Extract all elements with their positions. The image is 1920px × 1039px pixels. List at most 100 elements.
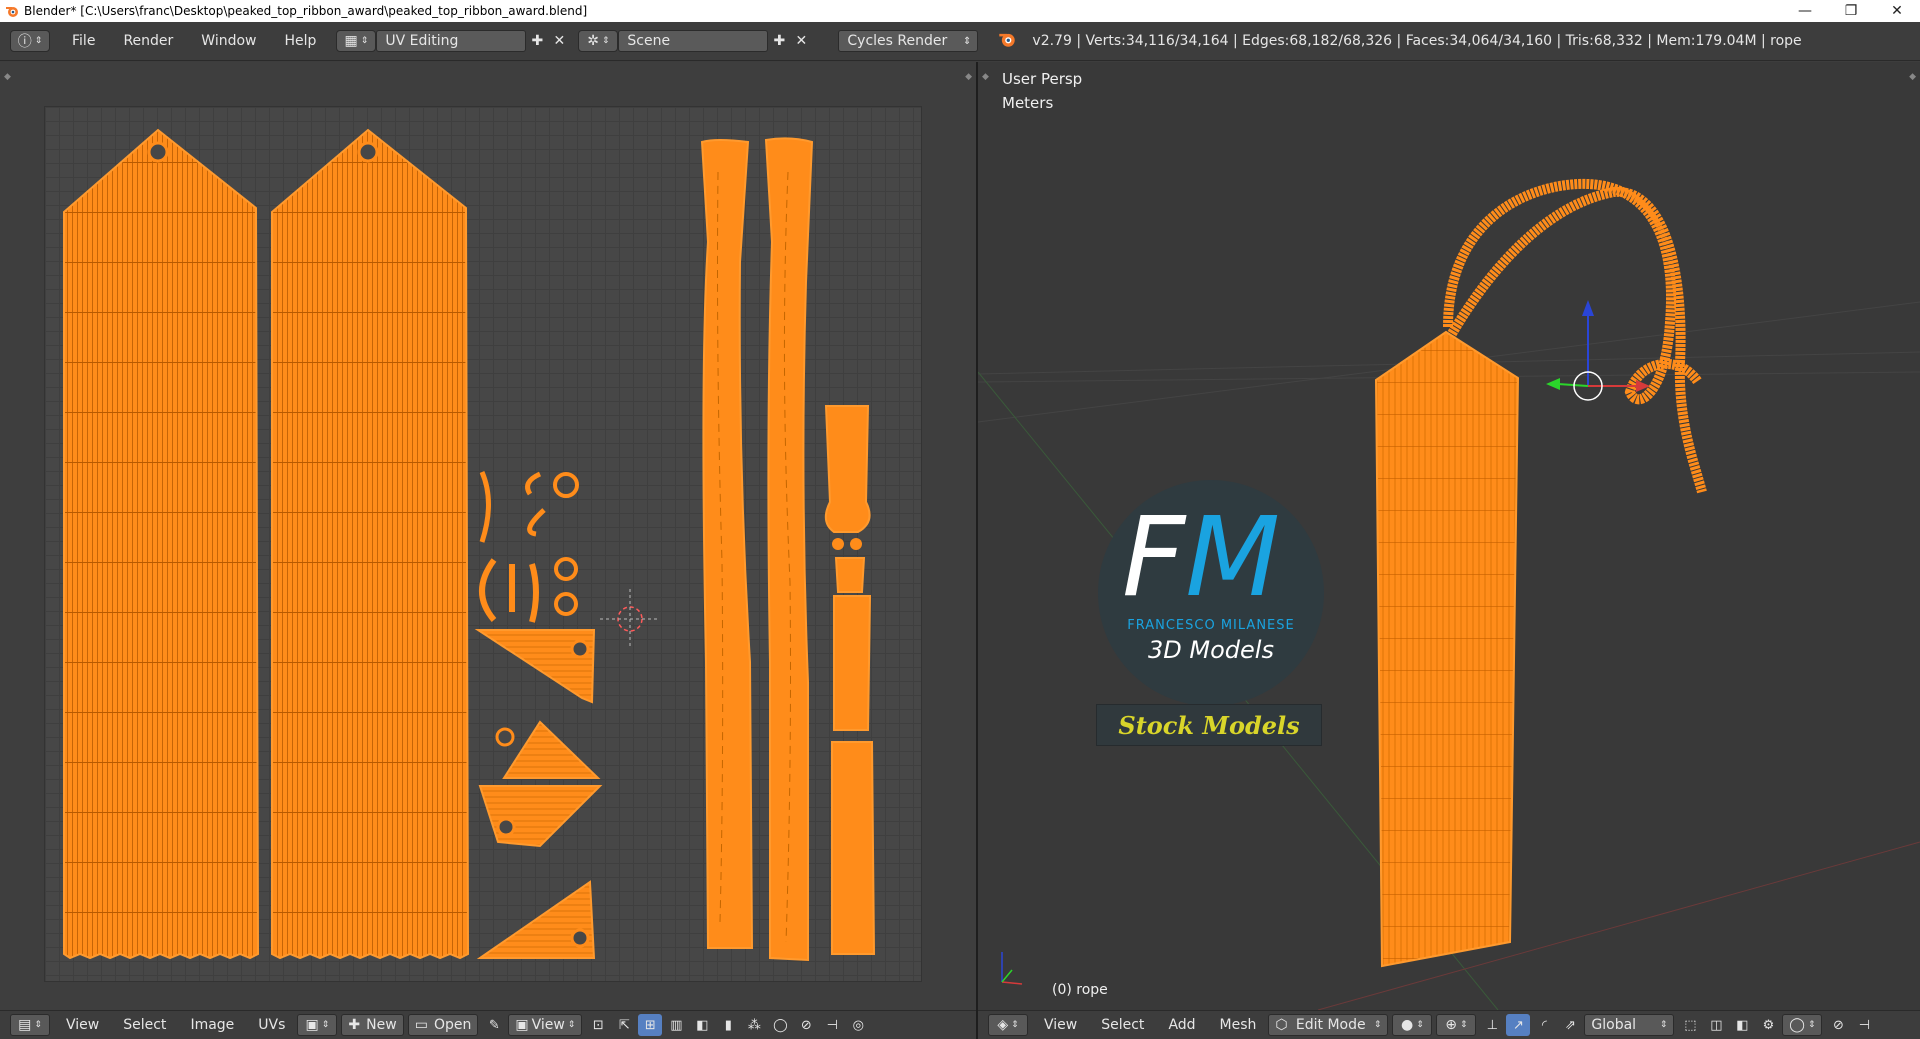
snap-icon[interactable]: ⊘ [1826,1014,1850,1036]
snap-icon[interactable]: ⊘ [794,1014,818,1036]
uv-island-small-arc[interactable] [529,563,539,623]
uv-menu-select[interactable]: Select [111,1017,178,1033]
uv-island-short-strip[interactable] [833,595,872,731]
add-scene-icon[interactable]: ✚ [768,30,790,52]
uv-island-ribbon-left[interactable] [63,128,260,960]
scale-manipulator-icon[interactable]: ⇗ [1558,1014,1582,1036]
uv-island-dot[interactable] [832,538,844,550]
menu-render[interactable]: Render [109,30,187,52]
uv-island-dot[interactable] [850,538,862,550]
edge-select-icon[interactable]: ◫ [1704,1014,1728,1036]
proportional-edit-icon[interactable]: ◯ [768,1014,792,1036]
uv-islands[interactable] [0,62,976,1010]
editor-type-info-button[interactable]: ⓘ ⇕ [10,30,50,52]
active-object-label: (0) rope [1052,982,1108,998]
new-label: New [366,1017,397,1033]
screen-layout-browse-button[interactable]: ▦ ⇕ [336,30,377,52]
3d-menu-add[interactable]: Add [1156,1017,1207,1033]
sync-selection-icon[interactable]: ⇱ [612,1014,636,1036]
maximize-button[interactable]: ❐ [1828,0,1874,22]
uv-island-rope-strip[interactable] [700,139,754,949]
add-screen-icon[interactable]: ✚ [526,30,548,52]
rotate-manipulator-icon[interactable]: ◜ [1532,1014,1556,1036]
fm-logo-m: M [1185,493,1281,621]
updown-arrows-icon: ⇕ [1659,1020,1668,1030]
uv-image-editor[interactable]: ◆ ◆ [0,62,976,1010]
updown-arrows-icon: ⇕ [360,36,369,46]
updown-arrows-icon: ⇕ [34,1020,42,1030]
info-header: ⓘ ⇕ File Render Window Help ▦ ⇕ UV Editing… [0,22,1920,61]
uv-island-short-strip[interactable] [834,557,866,593]
uv-view-mode-select[interactable]: ▣ View ⇕ [508,1014,583,1036]
menu-help[interactable]: Help [270,30,330,52]
menu-file[interactable]: File [58,30,109,52]
transform-manipulator[interactable] [1546,300,1650,401]
uv-2d-cursor[interactable] [600,589,660,649]
3d-viewport[interactable]: ◆ ◆ User Persp Meters FM FRANCESCO MILAN… [978,62,1920,1010]
info-icon: ⓘ [17,34,32,50]
uv-island-ring[interactable] [554,592,578,616]
menu-window[interactable]: Window [187,30,270,52]
minimize-button[interactable]: — [1782,0,1828,22]
transform-orientation-select[interactable]: Global ⇕ [1584,1014,1675,1036]
3d-view-header: ◈ ⇕ View Select Add Mesh ⬡ Edit Mode ⇕ ● ⇕ ⊕… [978,1010,1920,1039]
uv-menu-uvs[interactable]: UVs [246,1017,297,1033]
uv-island-ring[interactable] [553,472,579,498]
uv-island-small-arc[interactable] [527,508,546,537]
translate-manipulator-icon[interactable]: ↗ [1506,1014,1531,1036]
snap-element-icon[interactable]: ⊣ [1852,1014,1876,1036]
sticky-select-icon[interactable]: ⁂ [742,1014,766,1036]
uv-island-fan[interactable] [502,720,601,779]
uv-menu-view[interactable]: View [54,1017,111,1033]
uv-island-ribbon-right[interactable] [271,128,470,960]
plus-icon: ✚ [348,1017,361,1033]
uv-island-ring[interactable] [554,557,578,581]
vertex-select-icon[interactable]: ⬚ [1678,1014,1702,1036]
occlude-geometry-icon[interactable]: ⚙ [1756,1014,1780,1036]
new-image-button[interactable]: ✚ New [341,1014,404,1036]
3d-menu-view[interactable]: View [1032,1017,1089,1033]
ribbon-mesh[interactable] [1374,330,1520,968]
overlay-icon[interactable]: ◎ [846,1014,870,1036]
close-button[interactable]: ✕ [1874,0,1920,22]
scene-browse-button[interactable]: ✲ ⇕ [578,30,619,52]
uv-editor-header: ▤ ⇕ View Select Image UVs ▣ ⇕ ✚ New ▭ Open ✎… [0,1010,976,1039]
delete-scene-icon[interactable]: ✕ [790,30,812,52]
uv-island-hole [357,141,379,163]
3d-menu-select[interactable]: Select [1089,1017,1156,1033]
render-engine-select[interactable]: Cycles Render ⇕ [838,30,979,52]
vertex-select-icon[interactable]: ⊞ [638,1014,663,1036]
uv-menu-image[interactable]: Image [178,1017,246,1033]
updown-arrows-icon: ⇕ [34,36,43,46]
uv-island-fan[interactable] [478,785,603,848]
uv-island-short-strip[interactable] [824,405,871,533]
3d-menu-mesh[interactable]: Mesh [1208,1017,1269,1033]
axis-widget [1001,952,1023,985]
island-select-icon[interactable]: ▮ [716,1014,740,1036]
viewport-shading-select[interactable]: ● ⇕ [1392,1014,1433,1036]
delete-screen-icon[interactable]: ✕ [548,30,570,52]
uv-island-small-arc[interactable] [479,471,491,543]
pivot-icon[interactable]: ⊡ [586,1014,610,1036]
screen-layout-field[interactable]: UV Editing [376,30,527,52]
open-image-button[interactable]: ▭ Open [407,1014,479,1036]
mode-label: Edit Mode [1295,1017,1366,1033]
edit-mode-icon: ⬡ [1275,1017,1288,1033]
scene-field[interactable]: Scene [618,30,769,52]
image-editor-icon: ▤ [18,1017,32,1033]
snap-element-icon[interactable]: ⊣ [820,1014,844,1036]
pivot-point-select[interactable]: ⊕ ⇕ [1436,1014,1477,1036]
uv-island-small-arc[interactable] [525,471,542,496]
editor-type-button[interactable]: ▤ ⇕ [10,1014,50,1036]
uv-island-short-strip[interactable] [831,741,876,955]
editor-type-button[interactable]: ◈ ⇕ [988,1014,1028,1036]
face-select-icon[interactable]: ◧ [690,1014,714,1036]
edge-select-icon[interactable]: ▥ [664,1014,688,1036]
manipulator-icon[interactable]: ⊥ [1480,1014,1504,1036]
pin-icon[interactable]: ✎ [482,1014,506,1036]
uv-island-small-arc[interactable] [479,558,497,622]
face-select-icon[interactable]: ◧ [1730,1014,1754,1036]
proportional-edit-select[interactable]: ◯ ⇕ [1782,1014,1823,1036]
image-browse-button[interactable]: ▣ ⇕ [297,1014,338,1036]
interaction-mode-select[interactable]: ⬡ Edit Mode ⇕ [1268,1014,1389,1036]
